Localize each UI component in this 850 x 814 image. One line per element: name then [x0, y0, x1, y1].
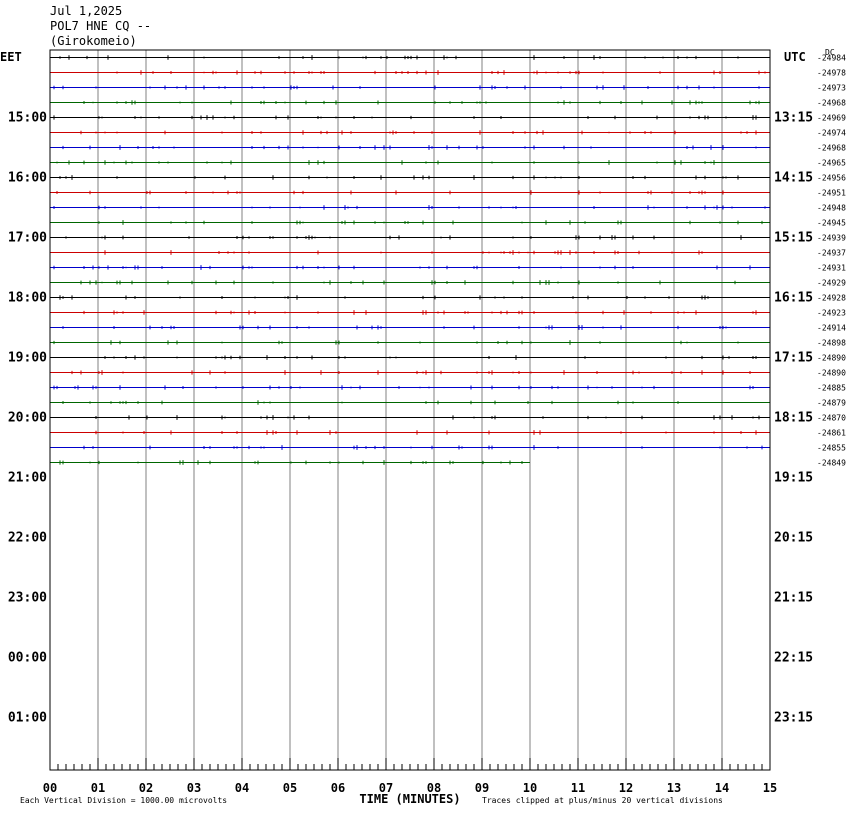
right-hour-label: 16:15	[774, 291, 813, 306]
dc-offset-label: -24948	[817, 204, 846, 213]
left-timezone-label: EET	[0, 50, 22, 64]
traces	[50, 55, 770, 465]
left-hour-label: 17:00	[8, 231, 47, 246]
right-hour-label: 13:15	[774, 111, 813, 126]
x-tick-label: 13	[667, 781, 681, 795]
x-tick-label: 04	[235, 781, 249, 795]
dc-offset-label: -24974	[817, 129, 846, 138]
dc-offset-label: -24861	[817, 429, 846, 438]
footer-clip-note: Traces clipped at plus/minus 20 vertical…	[482, 796, 723, 805]
right-timezone-label: UTC	[784, 50, 806, 64]
labels: -24984-24978-24973-24968-24969-24974-249…	[0, 48, 846, 806]
dc-offset-label: -24931	[817, 264, 846, 273]
left-hour-label: 20:00	[8, 411, 47, 426]
dc-label: DC	[825, 48, 835, 57]
dc-offset-label: -24929	[817, 279, 846, 288]
footer-scale-note: Each Vertical Division = 1000.00 microvo…	[20, 796, 227, 805]
helicorder-plot: -24984-24978-24973-24968-24969-24974-249…	[0, 48, 846, 806]
x-tick-label: 14	[715, 781, 729, 795]
left-hour-label: 23:00	[8, 591, 47, 606]
x-ticks	[49, 758, 771, 770]
left-hour-label: 18:00	[8, 291, 47, 306]
x-tick-label: 10	[523, 781, 537, 795]
x-tick-label: 00	[43, 781, 57, 795]
left-hour-label: 22:00	[8, 531, 47, 546]
right-hour-label: 19:15	[774, 471, 813, 486]
dc-offset-label: -24885	[817, 384, 846, 393]
dc-offset-label: -24914	[817, 324, 846, 333]
dc-offset-label: -24951	[817, 189, 846, 198]
dc-offset-label: -24965	[817, 159, 846, 168]
dc-offset-label: -24923	[817, 309, 846, 318]
right-hour-label: 21:15	[774, 591, 813, 606]
right-hour-label: 15:15	[774, 231, 813, 246]
dc-offset-label: -24928	[817, 294, 846, 303]
plot-frame	[49, 49, 771, 771]
dc-offset-label: -24870	[817, 414, 846, 423]
dc-offset-label: -24973	[817, 84, 846, 93]
x-tick-label: 05	[283, 781, 297, 795]
left-hour-label: 16:00	[8, 171, 47, 186]
x-tick-label: 02	[139, 781, 153, 795]
x-tick-label: 15	[763, 781, 777, 795]
dc-offset-label: -24890	[817, 369, 846, 378]
dc-offset-label: -24898	[817, 339, 846, 348]
dc-offset-label: -24937	[817, 249, 846, 258]
dc-offset-label: -24968	[817, 99, 846, 108]
right-hour-label: 18:15	[774, 411, 813, 426]
x-tick-label: 06	[331, 781, 345, 795]
x-axis-label: TIME (MINUTES)	[359, 792, 460, 806]
dc-offset-label: -24879	[817, 399, 846, 408]
right-hour-label: 20:15	[774, 531, 813, 546]
x-tick-label: 01	[91, 781, 105, 795]
dc-offset-label: -24855	[817, 444, 846, 453]
dc-offset-label: -24849	[817, 459, 846, 468]
right-hour-label: 17:15	[774, 351, 813, 366]
left-hour-label: 19:00	[8, 351, 47, 366]
x-tick-label: 12	[619, 781, 633, 795]
left-hour-label: 21:00	[8, 471, 47, 486]
left-hour-label: 00:00	[8, 651, 47, 666]
right-hour-label: 14:15	[774, 171, 813, 186]
x-tick-label: 03	[187, 781, 201, 795]
dc-offset-label: -24969	[817, 114, 846, 123]
left-hour-label: 15:00	[8, 111, 47, 126]
dc-offset-label: -24945	[817, 219, 846, 228]
x-tick-label: 09	[475, 781, 489, 795]
x-tick-label: 11	[571, 781, 585, 795]
dc-offset-label: -24890	[817, 354, 846, 363]
dc-offset-label: -24978	[817, 69, 846, 78]
left-hour-label: 01:00	[8, 711, 47, 726]
dc-offset-label: -24968	[817, 144, 846, 153]
right-hour-label: 23:15	[774, 711, 813, 726]
minute-grid	[97, 50, 723, 770]
dc-offset-label: -24956	[817, 174, 846, 183]
right-hour-label: 22:15	[774, 651, 813, 666]
dc-offset-label: -24939	[817, 234, 846, 243]
